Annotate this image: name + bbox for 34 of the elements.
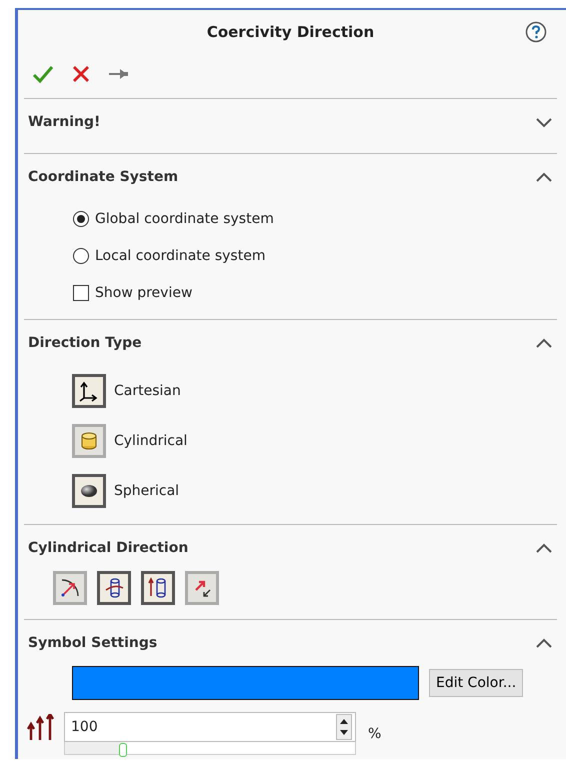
size-input[interactable]: 100 (64, 712, 356, 742)
collapse-icon[interactable] (535, 171, 553, 183)
direction-type-button[interactable] (72, 474, 106, 508)
collapse-icon[interactable] (535, 637, 553, 649)
direction-button[interactable] (141, 571, 175, 605)
color-swatch[interactable] (72, 666, 419, 700)
panel-title: Coercivity Direction (206, 23, 374, 41)
section-title: Coordinate System (28, 169, 178, 185)
size-slider[interactable] (64, 742, 356, 755)
direction-button[interactable] (97, 571, 131, 605)
section-title: Warning! (28, 114, 100, 130)
direction-button[interactable] (53, 571, 87, 605)
section-title: Direction Type (28, 335, 142, 351)
section-title: Symbol Settings (28, 635, 158, 651)
direction-type-label: Cylindrical (114, 433, 188, 449)
collapse-icon[interactable] (535, 337, 553, 349)
radio-button[interactable] (73, 248, 89, 264)
option-label: Show preview (95, 284, 192, 300)
section-title: Cylindrical Direction (28, 540, 188, 556)
option-label: Local coordinate system (95, 248, 266, 264)
collapse-icon[interactable] (535, 542, 553, 554)
option-label: Global coordinate system (95, 210, 274, 226)
checkbox[interactable] (73, 284, 89, 300)
slider-thumb[interactable] (119, 743, 127, 757)
edit-color-button[interactable]: Edit Color... (429, 669, 524, 697)
ok-icon[interactable] (32, 63, 54, 85)
direction-type-label: Spherical (114, 483, 180, 499)
direction-type-label: Cartesian (114, 383, 181, 399)
direction-type-button[interactable] (72, 374, 106, 408)
help-icon[interactable] (525, 21, 547, 43)
unit-label: % (368, 726, 382, 742)
expand-icon[interactable] (535, 116, 553, 128)
radio-button[interactable] (73, 210, 89, 226)
spinner-icon[interactable] (336, 714, 352, 740)
